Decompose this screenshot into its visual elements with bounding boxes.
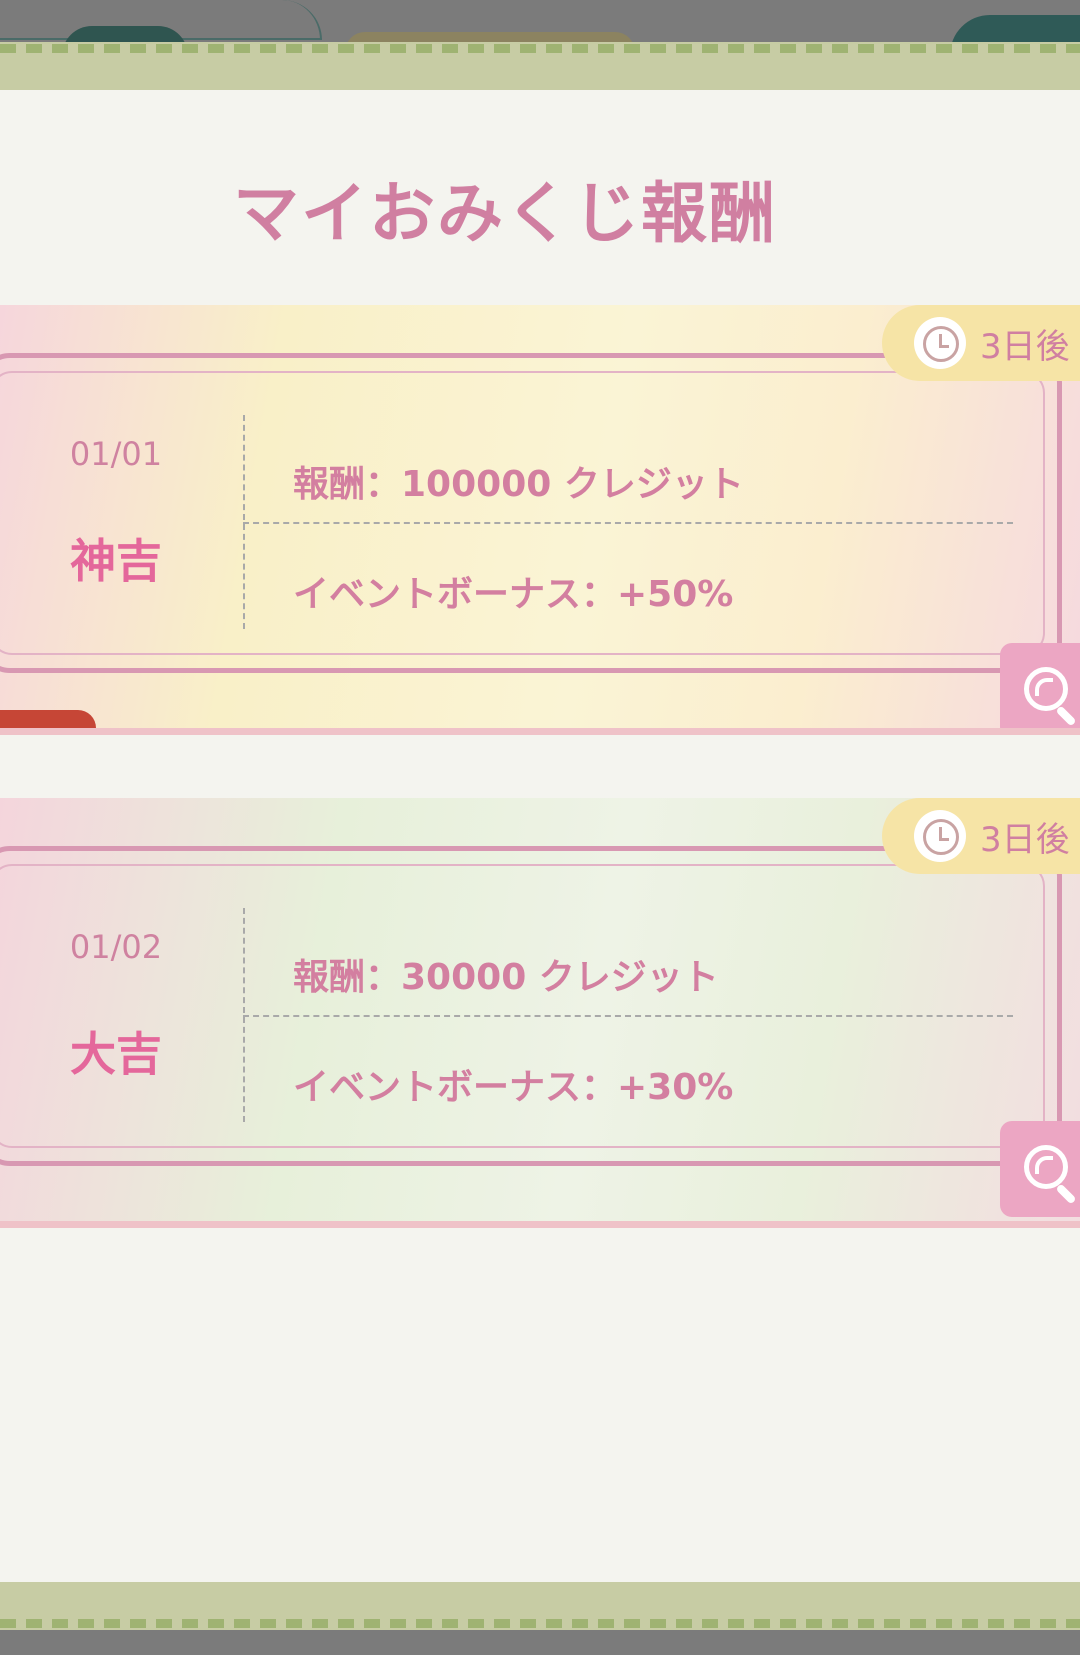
time-left-badge: 3日後 (882, 305, 1080, 381)
reward-text: 報酬：30000 クレジット (293, 957, 719, 998)
card-date: 01/02 (69, 928, 163, 966)
magnifier-icon (1024, 1145, 1068, 1189)
zoom-button[interactable] (1000, 643, 1080, 735)
modal-bottom-border (0, 1582, 1080, 1630)
time-left-text: 3日後 (980, 819, 1070, 860)
time-left-badge: 3日後 (882, 798, 1080, 874)
event-bonus-text: イベントボーナス：+30% (293, 1067, 734, 1108)
fortune-rank: 大吉 (70, 1027, 162, 1081)
magnifier-icon (1024, 667, 1068, 711)
clock-icon (914, 810, 966, 862)
fortune-rank: 神吉 (70, 534, 162, 588)
zoom-button[interactable] (1000, 1121, 1080, 1217)
card-date: 01/01 (69, 435, 163, 473)
divider-horizontal (243, 1015, 1013, 1017)
event-bonus-text: イベントボーナス：+50% (293, 574, 734, 615)
reward-card[interactable]: 3日後 01/02 大吉 報酬：30000 クレジット イベントボーナス：+30… (0, 798, 1080, 1228)
modal-title: マイおみくじ報酬 (233, 175, 777, 252)
clock-icon (914, 317, 966, 369)
time-left-text: 3日後 (980, 326, 1070, 367)
modal-top-border (0, 42, 1080, 90)
reward-text: 報酬：100000 クレジット (293, 464, 744, 505)
omikuji-reward-modal: マイおみくじ報酬 3日後 01/01 神吉 報酬：100000 クレジット イベ… (0, 42, 1080, 1630)
divider-horizontal (243, 522, 1013, 524)
reward-card[interactable]: 3日後 01/01 神吉 報酬：100000 クレジット イベントボーナス：+5… (0, 305, 1080, 735)
